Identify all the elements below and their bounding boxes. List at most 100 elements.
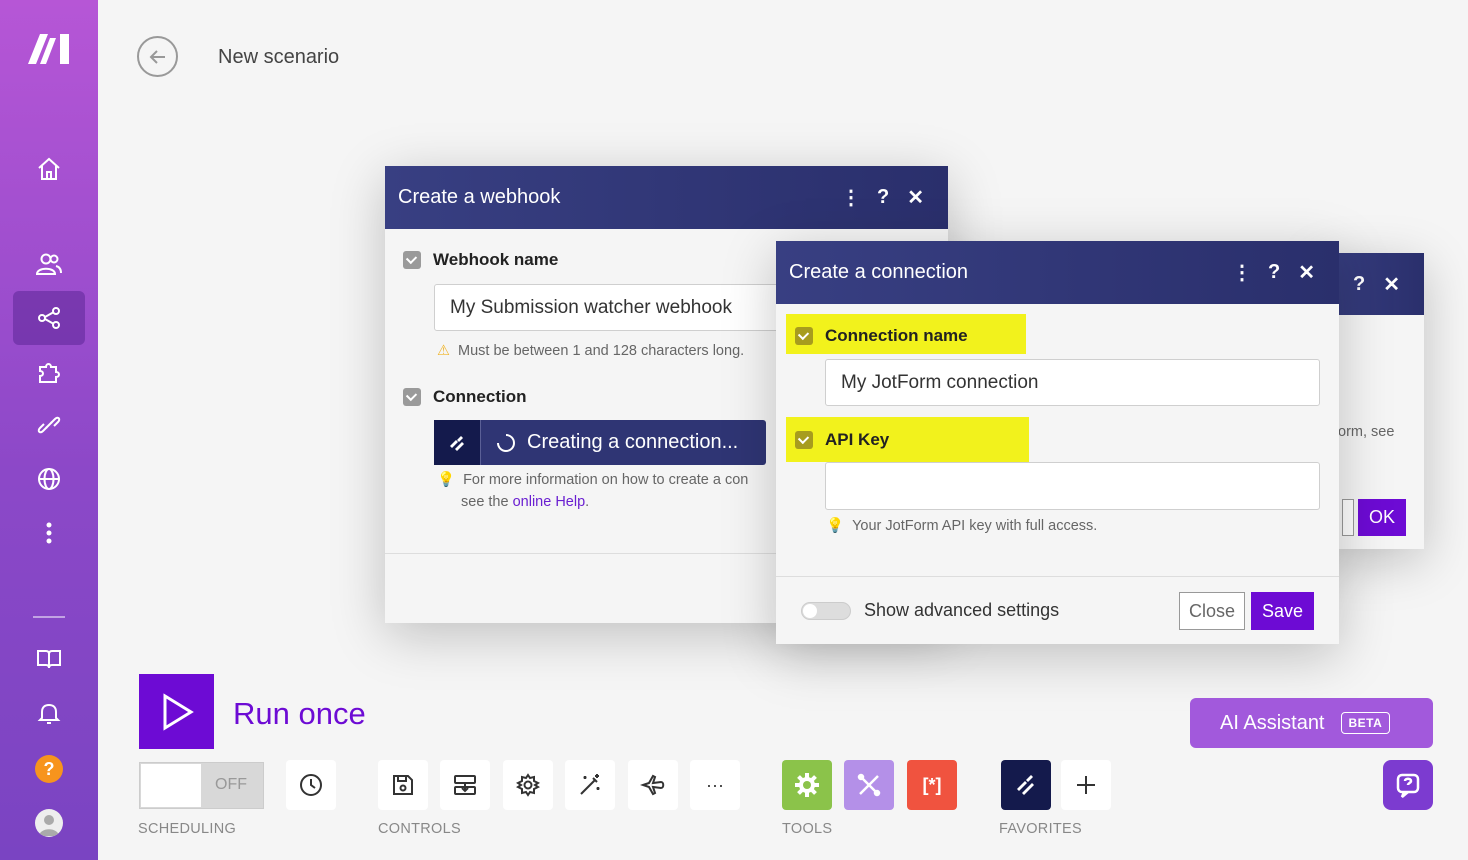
connection-name-label: Connection name	[795, 326, 968, 346]
api-key-hint: 💡 Your JotForm API key with full access.	[826, 518, 1098, 534]
sidebar-item-docs[interactable]	[13, 632, 85, 686]
favorite-jotform[interactable]	[1001, 760, 1051, 810]
scenario-settings-button[interactable]	[503, 760, 553, 810]
schedule-settings-button[interactable]	[286, 760, 336, 810]
run-once-button[interactable]	[139, 674, 214, 749]
help-icon[interactable]: ?	[877, 186, 889, 209]
spinner-icon	[497, 433, 515, 452]
connection-hint: 💡 For more information on how to create a…	[437, 472, 749, 510]
webhooks-icon	[38, 468, 60, 490]
connection-label: Connection	[403, 387, 527, 407]
apps-icon	[39, 363, 60, 383]
jotform-icon	[434, 420, 481, 465]
save-button[interactable]: Save	[1251, 592, 1314, 630]
tool-flow-control[interactable]	[782, 760, 832, 810]
dialog-title: Create a connection	[789, 261, 969, 283]
controls-label: CONTROLS	[378, 821, 461, 837]
kebab-menu-icon[interactable]: ⋮	[1232, 260, 1252, 285]
api-key-label: API Key	[795, 430, 889, 450]
sidebar-item-help[interactable]: ?	[13, 742, 85, 796]
blueprint-button[interactable]	[440, 760, 490, 810]
add-favorite-button[interactable]	[1061, 760, 1111, 810]
ai-assistant-button[interactable]: AI Assistant BETA	[1190, 698, 1433, 748]
advanced-settings-toggle[interactable]	[801, 602, 851, 620]
close-icon[interactable]: ✕	[1383, 272, 1400, 297]
background-dialog-cancel-button[interactable]	[1342, 499, 1354, 536]
sidebar-item-scenarios[interactable]	[13, 291, 85, 345]
settings-icon	[516, 773, 540, 797]
help-icon: ?	[35, 755, 63, 783]
page-title[interactable]: New scenario	[218, 46, 339, 69]
api-key-input[interactable]	[825, 462, 1320, 510]
close-button[interactable]: Close	[1179, 592, 1245, 630]
scheduling-label: SCHEDULING	[138, 821, 237, 837]
bell-icon	[37, 703, 61, 724]
play-icon	[163, 692, 194, 731]
checkbox-icon[interactable]	[403, 388, 421, 406]
text-parser-icon: [*]	[922, 774, 942, 795]
sidebar-item-connections[interactable]	[13, 398, 85, 452]
explain-flow-button[interactable]	[628, 760, 678, 810]
sidebar-item-more[interactable]	[13, 506, 85, 560]
tool-tools[interactable]	[844, 760, 894, 810]
plus-icon	[1077, 776, 1095, 794]
webhook-name-label: Webhook name	[403, 250, 558, 270]
help-icon[interactable]: ?	[1268, 261, 1280, 284]
favorites-label: FAVORITES	[999, 821, 1083, 837]
create-connection-button[interactable]: Creating a connection...	[434, 420, 766, 465]
dialog-title: Create a webhook	[398, 186, 561, 208]
gear-tool-icon	[795, 773, 819, 797]
sidebar-item-webhooks[interactable]	[13, 452, 85, 506]
warning-icon: ⚠	[437, 343, 450, 359]
more-controls-button[interactable]: ···	[690, 760, 740, 810]
lightbulb-icon: 💡	[826, 518, 845, 534]
blueprint-icon	[454, 775, 476, 795]
webhook-name-input[interactable]: My Submission watcher webhook	[434, 284, 834, 331]
divider	[776, 576, 1339, 577]
tools-label: TOOLS	[782, 821, 833, 837]
chat-button[interactable]	[1383, 760, 1433, 810]
checkbox-icon[interactable]	[795, 327, 813, 345]
tool-text-parser[interactable]: [*]	[907, 760, 957, 810]
sidebar: ?	[0, 0, 98, 860]
kebab-menu-icon[interactable]: ⋮	[841, 185, 861, 210]
team-icon	[35, 253, 62, 275]
save-tool-button[interactable]	[378, 760, 428, 810]
jotform-icon	[1017, 775, 1034, 795]
scenarios-icon	[38, 307, 60, 329]
sidebar-item-team[interactable]	[13, 237, 85, 291]
run-once-label[interactable]: Run once	[233, 696, 366, 732]
beta-badge: BETA	[1340, 712, 1391, 734]
airplane-icon	[640, 774, 665, 796]
sidebar-divider	[33, 616, 65, 618]
help-icon[interactable]: ?	[1353, 273, 1365, 296]
online-help-link[interactable]: online Help	[513, 494, 586, 510]
sidebar-item-profile[interactable]	[13, 796, 85, 850]
chat-icon	[1396, 773, 1420, 798]
checkbox-icon[interactable]	[795, 431, 813, 449]
close-icon[interactable]: ✕	[1298, 260, 1315, 285]
sidebar-item-notifications[interactable]	[13, 686, 85, 740]
close-icon[interactable]: ✕	[907, 185, 924, 210]
background-dialog-hint: orm, see	[1338, 424, 1395, 440]
connection-name-input[interactable]: My JotForm connection	[825, 359, 1320, 406]
webhook-name-warning: ⚠ Must be between 1 and 128 characters lo…	[437, 343, 745, 359]
back-button[interactable]	[137, 36, 178, 77]
sidebar-item-home[interactable]	[13, 142, 85, 196]
home-icon	[38, 157, 60, 180]
scheduling-toggle[interactable]: OFF	[139, 762, 264, 809]
sidebar-item-apps[interactable]	[13, 345, 85, 399]
tools-icon	[857, 773, 881, 797]
more-icon	[46, 522, 52, 544]
advanced-settings-label: Show advanced settings	[864, 600, 1060, 620]
docs-icon	[37, 650, 61, 669]
clock-icon	[300, 774, 322, 796]
back-arrow-icon	[149, 49, 165, 64]
auto-align-button[interactable]	[565, 760, 615, 810]
connections-icon	[37, 416, 61, 434]
checkbox-icon[interactable]	[403, 251, 421, 269]
connection-dialog: Create a connection ⋮ ? ✕ Connection nam…	[776, 241, 1339, 644]
logo-icon[interactable]	[24, 30, 74, 66]
ok-button[interactable]: OK	[1358, 499, 1406, 536]
lightbulb-icon: 💡	[437, 472, 456, 488]
